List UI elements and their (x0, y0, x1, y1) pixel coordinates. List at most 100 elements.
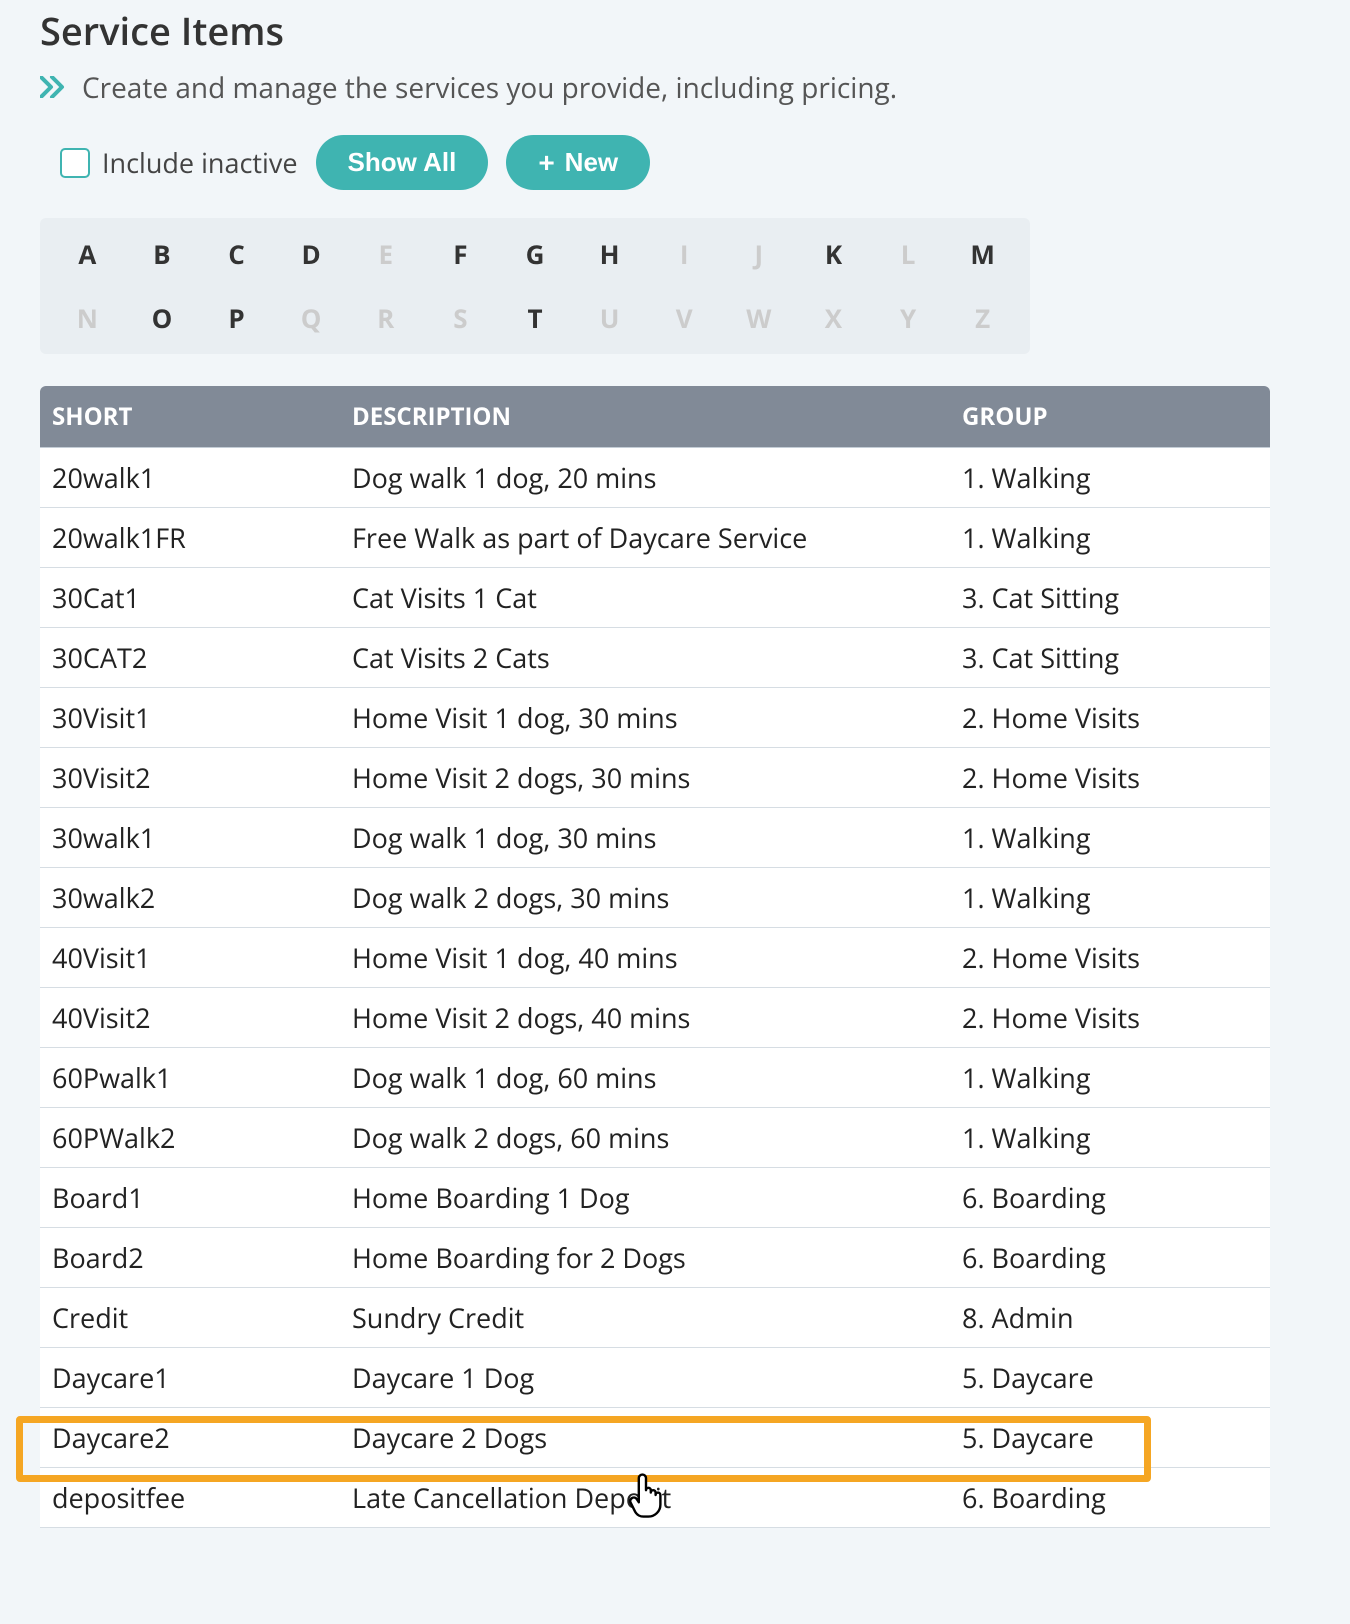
alpha-letter-b[interactable]: B (125, 236, 200, 272)
cell-group: 3. Cat Sitting (950, 628, 1270, 688)
alpha-letter-g[interactable]: G (498, 236, 573, 272)
cell-description: Cat Visits 2 Cats (340, 628, 950, 688)
table-row[interactable]: 30Cat1Cat Visits 1 Cat3. Cat Sitting (40, 568, 1270, 628)
alpha-letter-f[interactable]: F (423, 236, 498, 272)
cell-short: 60Pwalk1 (40, 1048, 340, 1108)
alpha-letter-i: I (647, 236, 722, 272)
table-row[interactable]: Board2Home Boarding for 2 Dogs6. Boardin… (40, 1228, 1270, 1288)
alpha-letter-w: W (722, 300, 797, 336)
cell-group: 2. Home Visits (950, 928, 1270, 988)
table-row[interactable]: 40Visit1Home Visit 1 dog, 40 mins2. Home… (40, 928, 1270, 988)
alpha-letter-m[interactable]: M (945, 236, 1020, 272)
cell-group: 5. Daycare (950, 1348, 1270, 1408)
column-header-description[interactable]: DESCRIPTION (340, 386, 950, 448)
cell-description: Sundry Credit (340, 1288, 950, 1348)
cell-description: Daycare 1 Dog (340, 1348, 950, 1408)
table-row[interactable]: depositfeeLate Cancellation Deposit6. Bo… (40, 1468, 1270, 1528)
table-row[interactable]: 20walk1Dog walk 1 dog, 20 mins1. Walking (40, 448, 1270, 508)
alpha-letter-r: R (348, 300, 423, 336)
alpha-letter-q: Q (274, 300, 349, 336)
cell-short: depositfee (40, 1468, 340, 1528)
alpha-letter-s: S (423, 300, 498, 336)
column-header-group[interactable]: GROUP (950, 386, 1270, 448)
cell-group: 6. Boarding (950, 1228, 1270, 1288)
table-row[interactable]: 60Pwalk1Dog walk 1 dog, 60 mins1. Walkin… (40, 1048, 1270, 1108)
show-all-label: Show All (348, 147, 457, 178)
cell-description: Dog walk 1 dog, 60 mins (340, 1048, 950, 1108)
cell-description: Home Visit 1 dog, 40 mins (340, 928, 950, 988)
cell-short: 40Visit1 (40, 928, 340, 988)
table-row[interactable]: Daycare2Daycare 2 Dogs5. Daycare (40, 1408, 1270, 1468)
new-label: New (565, 147, 618, 178)
alpha-letter-v: V (647, 300, 722, 336)
alpha-letter-z: Z (945, 300, 1020, 336)
cell-description: Home Boarding 1 Dog (340, 1168, 950, 1228)
cell-group: 1. Walking (950, 808, 1270, 868)
alpha-letter-n: N (50, 300, 125, 336)
alpha-letter-a[interactable]: A (50, 236, 125, 272)
cell-short: 30CAT2 (40, 628, 340, 688)
alpha-letter-y: Y (871, 300, 946, 336)
alpha-letter-o[interactable]: O (125, 300, 200, 336)
alpha-letter-k[interactable]: K (796, 236, 871, 272)
table-row[interactable]: CreditSundry Credit8. Admin (40, 1288, 1270, 1348)
cell-description: Dog walk 1 dog, 20 mins (340, 448, 950, 508)
cell-description: Home Boarding for 2 Dogs (340, 1228, 950, 1288)
table-row[interactable]: 20walk1FRFree Walk as part of Daycare Se… (40, 508, 1270, 568)
cell-group: 1. Walking (950, 508, 1270, 568)
table-row[interactable]: 30Visit2Home Visit 2 dogs, 30 mins2. Hom… (40, 748, 1270, 808)
new-button[interactable]: + New (506, 135, 650, 190)
table-row[interactable]: 40Visit2Home Visit 2 dogs, 40 mins2. Hom… (40, 988, 1270, 1048)
table-row[interactable]: 30Visit1Home Visit 1 dog, 30 mins2. Home… (40, 688, 1270, 748)
cell-group: 2. Home Visits (950, 688, 1270, 748)
cell-short: 30Visit2 (40, 748, 340, 808)
alpha-letter-j: J (722, 236, 797, 272)
alpha-letter-t[interactable]: T (498, 300, 573, 336)
cell-description: Daycare 2 Dogs (340, 1408, 950, 1468)
alpha-letter-h[interactable]: H (572, 236, 647, 272)
alpha-letter-c[interactable]: C (199, 236, 274, 272)
cell-group: 1. Walking (950, 448, 1270, 508)
subtitle-row: Create and manage the services you provi… (40, 69, 1310, 107)
cell-short: 30Visit1 (40, 688, 340, 748)
show-all-button[interactable]: Show All (316, 135, 489, 190)
page-title: Service Items (40, 5, 1310, 57)
alpha-letter-u: U (572, 300, 647, 336)
cell-group: 3. Cat Sitting (950, 568, 1270, 628)
cell-description: Late Cancellation Deposit (340, 1468, 950, 1528)
cell-group: 2. Home Visits (950, 988, 1270, 1048)
table-row[interactable]: 60PWalk2Dog walk 2 dogs, 60 mins1. Walki… (40, 1108, 1270, 1168)
cell-short: Credit (40, 1288, 340, 1348)
cell-group: 6. Boarding (950, 1168, 1270, 1228)
cell-short: 30Cat1 (40, 568, 340, 628)
alpha-letter-x: X (796, 300, 871, 336)
table-row[interactable]: Daycare1Daycare 1 Dog5. Daycare (40, 1348, 1270, 1408)
cell-short: Daycare2 (40, 1408, 340, 1468)
column-header-short[interactable]: SHORT (40, 386, 340, 448)
double-chevron-right-icon (40, 75, 68, 101)
include-inactive-label: Include inactive (102, 144, 298, 181)
cell-group: 5. Daycare (950, 1408, 1270, 1468)
table-row[interactable]: 30walk1Dog walk 1 dog, 30 mins1. Walking (40, 808, 1270, 868)
cell-description: Dog walk 2 dogs, 30 mins (340, 868, 950, 928)
table-row[interactable]: 30CAT2Cat Visits 2 Cats3. Cat Sitting (40, 628, 1270, 688)
alphabet-filter: ABCDEFGHIJKLMNOPQRSTUVWXYZ (40, 218, 1030, 354)
cell-description: Home Visit 1 dog, 30 mins (340, 688, 950, 748)
cell-short: Board2 (40, 1228, 340, 1288)
cell-description: Cat Visits 1 Cat (340, 568, 950, 628)
plus-icon: + (538, 149, 554, 177)
alpha-letter-l: L (871, 236, 946, 272)
alpha-letter-d[interactable]: D (274, 236, 349, 272)
cell-group: 1. Walking (950, 868, 1270, 928)
cell-group: 8. Admin (950, 1288, 1270, 1348)
service-items-table: SHORT DESCRIPTION GROUP 20walk1Dog walk … (40, 386, 1270, 1528)
cell-group: 1. Walking (950, 1048, 1270, 1108)
cell-group: 1. Walking (950, 1108, 1270, 1168)
table-header-row: SHORT DESCRIPTION GROUP (40, 386, 1270, 448)
alpha-letter-p[interactable]: P (199, 300, 274, 336)
cell-short: 30walk2 (40, 868, 340, 928)
include-inactive-checkbox[interactable]: Include inactive (60, 144, 298, 181)
table-row[interactable]: Board1Home Boarding 1 Dog6. Boarding (40, 1168, 1270, 1228)
controls-row: Include inactive Show All + New (60, 135, 1310, 190)
table-row[interactable]: 30walk2Dog walk 2 dogs, 30 mins1. Walkin… (40, 868, 1270, 928)
